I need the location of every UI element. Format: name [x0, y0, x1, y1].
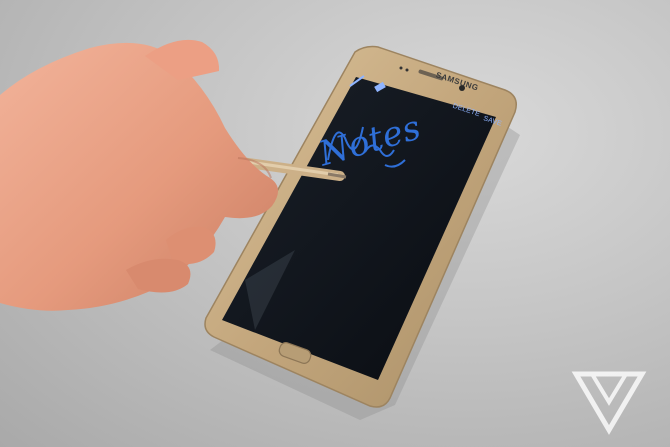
photo-scene [0, 39, 647, 435]
phone-sensor-2 [399, 66, 403, 70]
verge-logo-icon [571, 371, 647, 435]
phone-sensor-1 [405, 68, 409, 72]
